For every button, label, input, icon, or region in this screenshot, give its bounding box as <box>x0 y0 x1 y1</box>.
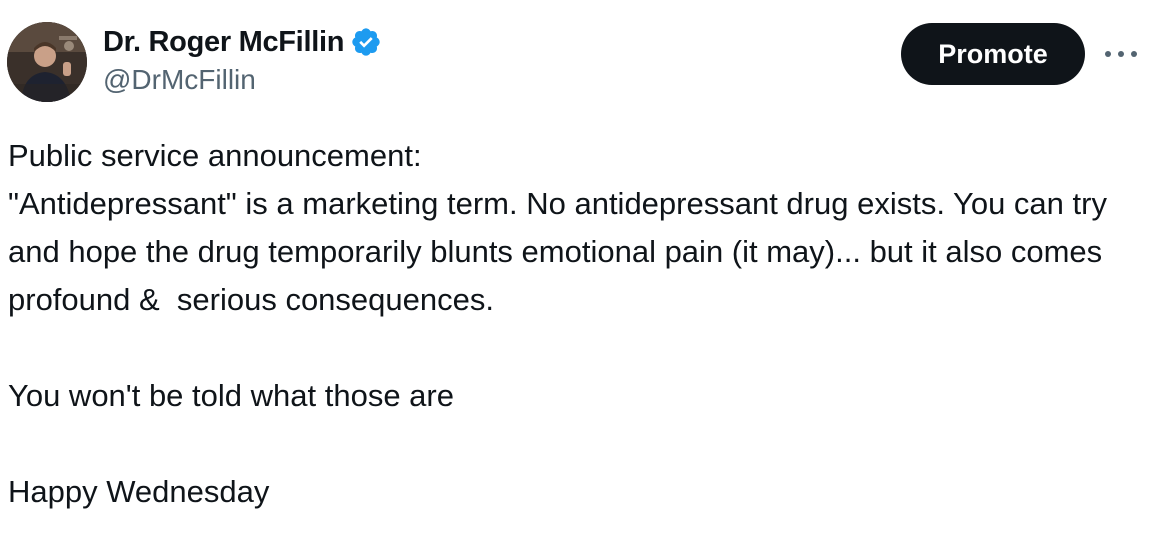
tweet-paragraph: You won't be told what those are <box>8 378 454 413</box>
tweet-paragraph: Public service announcement: <box>8 138 422 173</box>
tweet-paragraph <box>8 324 1146 372</box>
tweet-paragraph: Happy Wednesday <box>8 474 270 509</box>
avatar[interactable] <box>7 22 87 102</box>
tweet-paragraph: "Antidepressant" is a marketing term. No… <box>8 186 1116 317</box>
display-name[interactable]: Dr. Roger McFillin <box>103 26 344 59</box>
verified-badge-icon[interactable] <box>350 26 382 58</box>
profile-photo <box>7 22 87 102</box>
tweet-card: Dr. Roger McFillin @DrMcFillin Promote P… <box>0 0 1150 554</box>
more-icon[interactable] <box>1096 36 1146 72</box>
promote-button[interactable]: Promote <box>901 23 1085 85</box>
tweet-paragraph <box>8 420 1146 468</box>
author-row: Dr. Roger McFillin <box>103 24 382 60</box>
tweet-text: Public service announcement: "Antidepres… <box>8 132 1146 516</box>
handle[interactable]: @DrMcFillin <box>103 64 256 96</box>
